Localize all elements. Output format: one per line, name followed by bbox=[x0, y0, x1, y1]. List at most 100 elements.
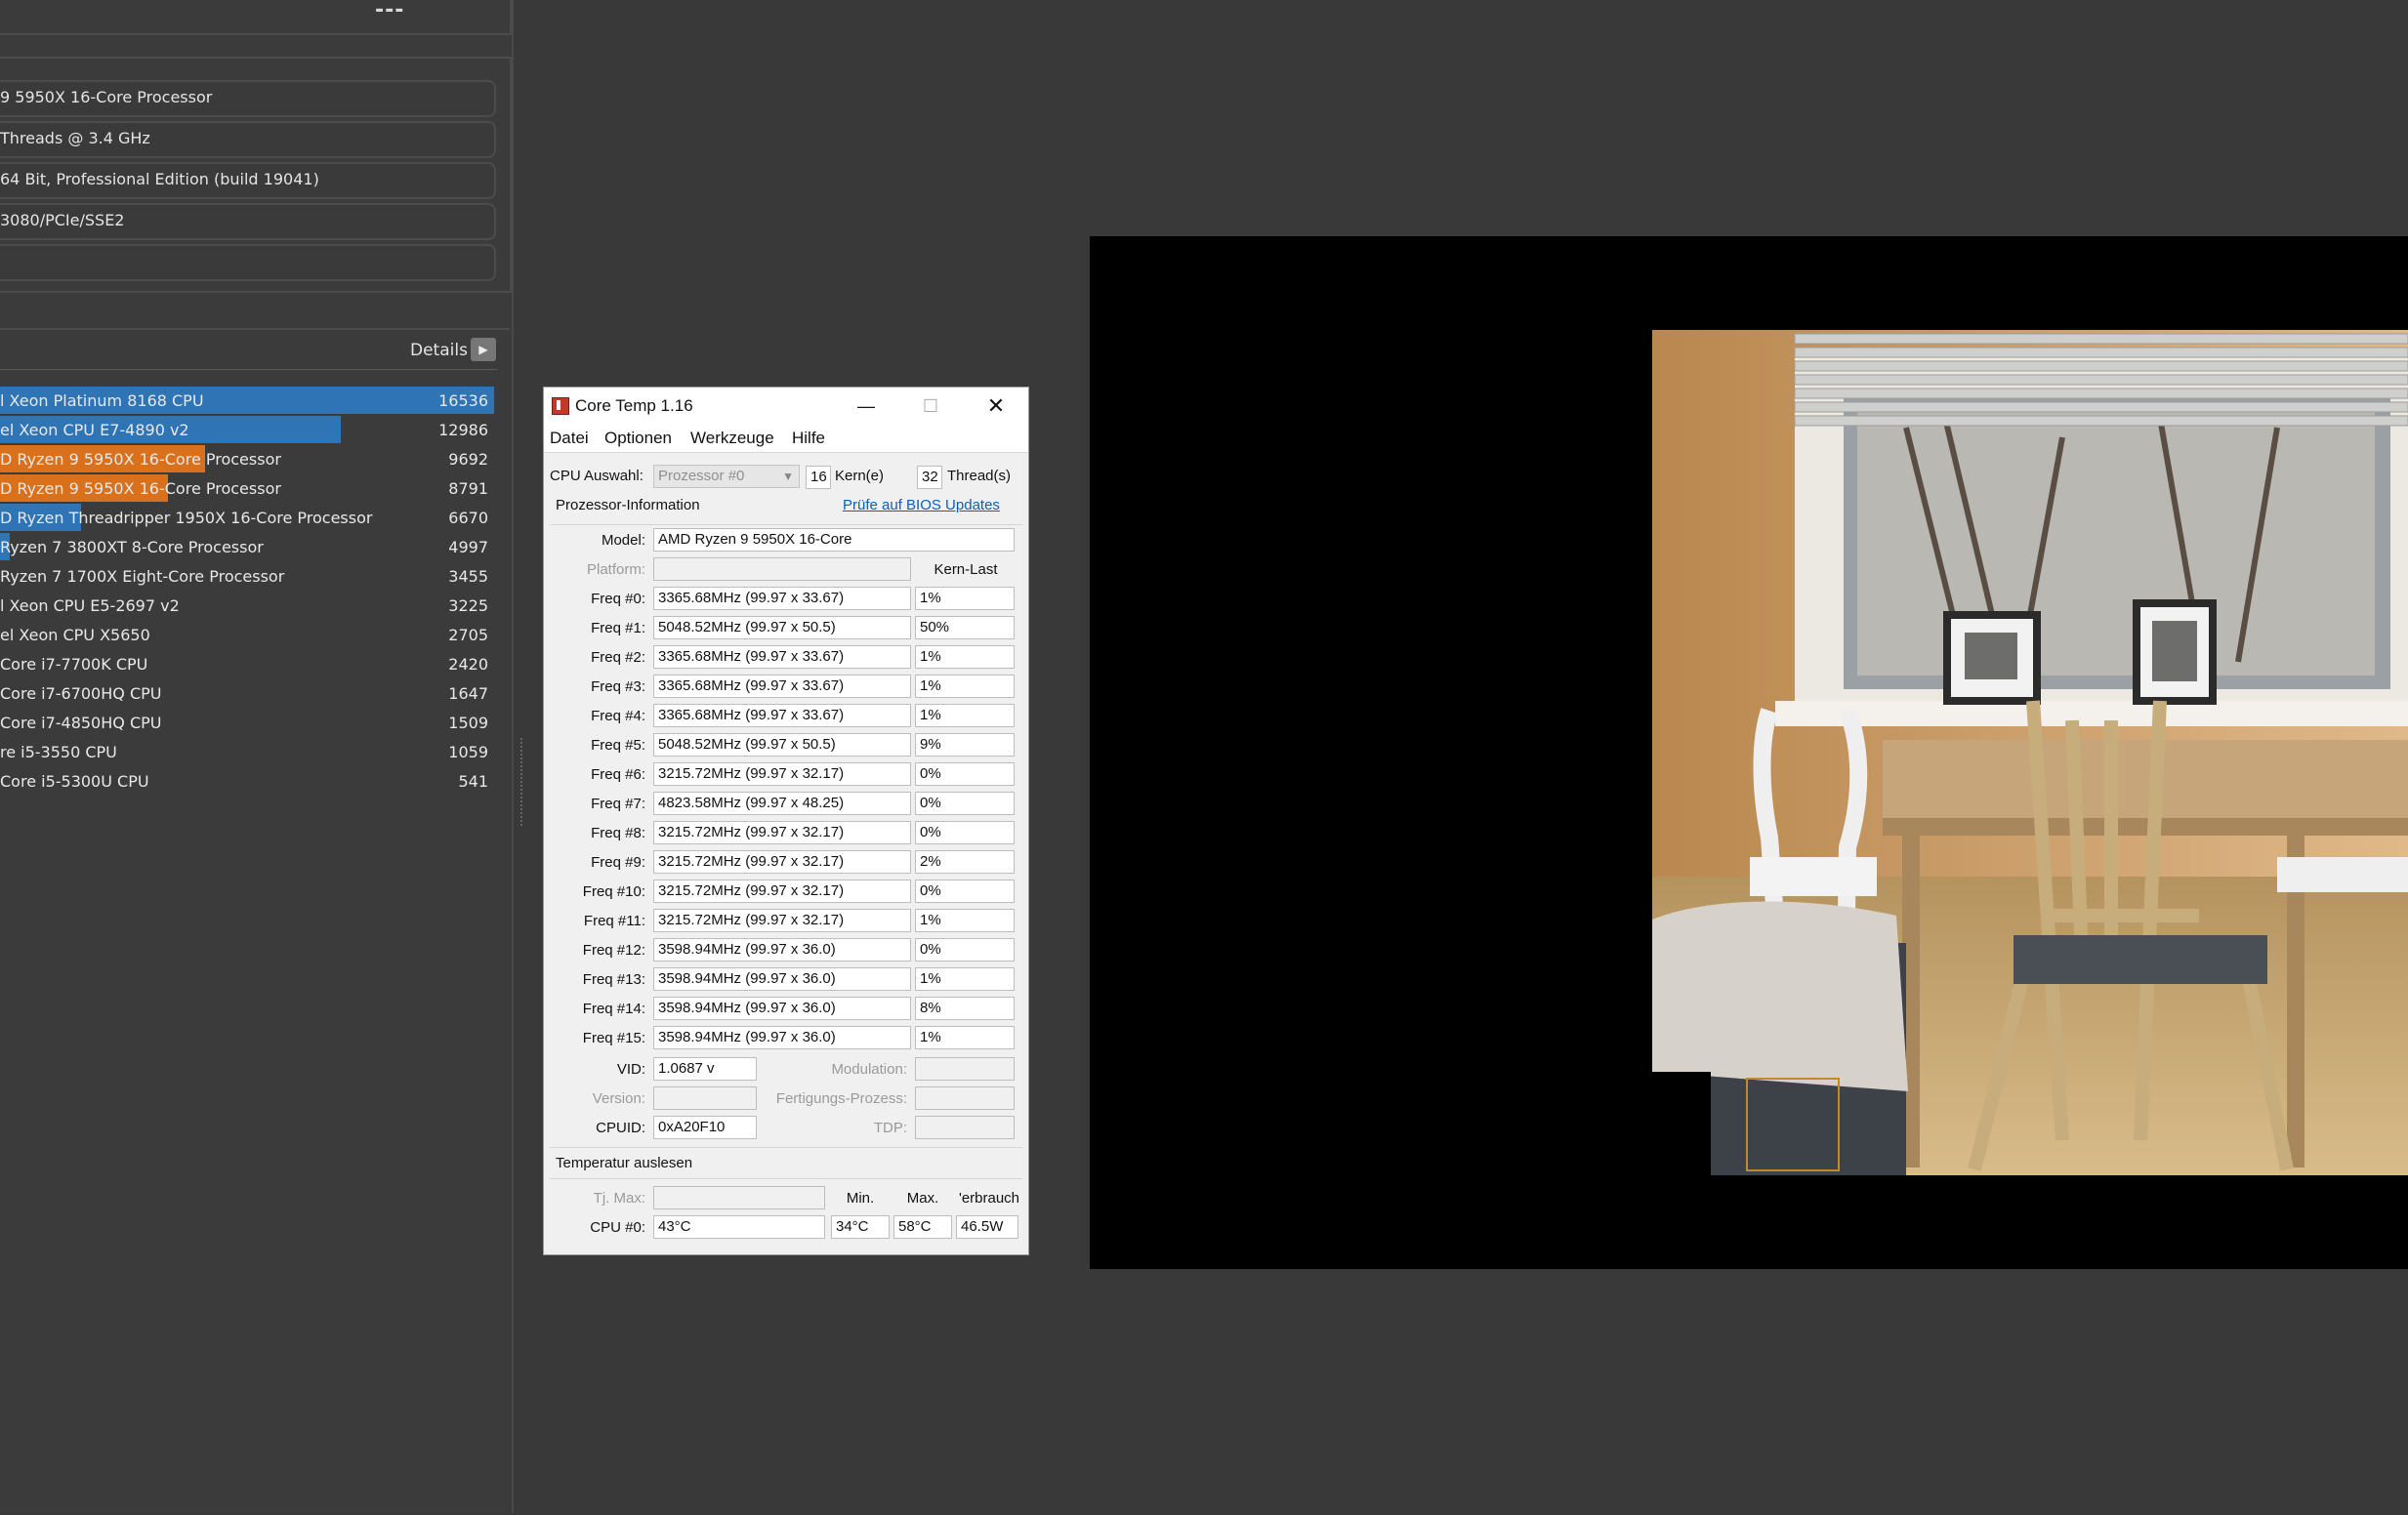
ranking-score: 3225 bbox=[448, 596, 488, 615]
freq-label: Freq #10: bbox=[582, 883, 645, 900]
window-title: Core Temp 1.16 bbox=[575, 396, 693, 415]
ranking-row[interactable]: Core i7-7700K CPU 2420 bbox=[0, 650, 496, 677]
ranking-cpu-name: Ryzen 7 1700X Eight-Core Processor bbox=[0, 567, 285, 586]
ranking-cpu-name: Ryzen 7 3800XT 8-Core Processor bbox=[0, 538, 264, 556]
ranking-row[interactable]: D Ryzen 9 5950X 16-Core Processor 8791 bbox=[0, 474, 496, 502]
menu-werkzeuge[interactable]: Werkzeuge bbox=[690, 429, 774, 448]
ranking-cpu-name: el Xeon CPU X5650 bbox=[0, 626, 150, 644]
freq-value: 4823.58MHz (99.97 x 48.25) bbox=[653, 792, 911, 815]
navigator-thumbnail[interactable] bbox=[1746, 1078, 1840, 1171]
ranking-score: 3455 bbox=[448, 567, 488, 586]
ranking-row[interactable]: el Xeon CPU E7-4890 v2 12986 bbox=[0, 416, 496, 443]
ranking-row[interactable]: Ryzen 7 1700X Eight-Core Processor 3455 bbox=[0, 562, 496, 590]
ranking-cpu-name: D Ryzen 9 5950X 16-Core Processor bbox=[0, 479, 281, 498]
freq-value: 3215.72MHz (99.97 x 32.17) bbox=[653, 880, 911, 903]
core-load-value: 2% bbox=[915, 850, 1015, 874]
modulation-field bbox=[915, 1057, 1015, 1081]
freq-label: Freq #11: bbox=[583, 913, 645, 929]
ranking-row[interactable]: re i5-3550 CPU 1059 bbox=[0, 738, 496, 765]
ranking-row[interactable]: D Ryzen 9 5950X 16-Core Processor 9692 bbox=[0, 445, 496, 472]
rendered-room-image bbox=[1652, 330, 2408, 1175]
freq-label: Freq #8: bbox=[591, 825, 645, 841]
freq-value: 3598.94MHz (99.97 x 36.0) bbox=[653, 997, 911, 1020]
ranking-cpu-name: l Xeon Platinum 8168 CPU bbox=[0, 391, 204, 410]
menu-bar: Datei Optionen Werkzeuge Hilfe bbox=[544, 425, 1028, 453]
ranking-divider bbox=[0, 369, 498, 370]
ranking-cpu-name: D Ryzen Threadripper 1950X 16-Core Proce… bbox=[0, 509, 373, 527]
freq-label: Freq #2: bbox=[591, 649, 645, 666]
system-info-gpu: 3080/PCIe/SSE2 bbox=[0, 203, 496, 240]
version-field bbox=[653, 1086, 757, 1110]
ranking-row[interactable]: D Ryzen Threadripper 1950X 16-Core Proce… bbox=[0, 504, 496, 531]
model-label: Model: bbox=[601, 532, 645, 549]
core-load-value: 1% bbox=[915, 587, 1015, 610]
freq-value: 5048.52MHz (99.97 x 50.5) bbox=[653, 733, 911, 757]
minimize-button[interactable]: — bbox=[834, 388, 898, 425]
power-header: 'erbrauch bbox=[958, 1190, 1020, 1207]
ranking-row[interactable]: Core i5-5300U CPU 541 bbox=[0, 767, 496, 795]
ranking-row[interactable]: l Xeon CPU E5-2697 v2 3225 bbox=[0, 592, 496, 619]
ranking-cpu-name: Core i7-4850HQ CPU bbox=[0, 714, 162, 732]
ranking-cpu-name: l Xeon CPU E5-2697 v2 bbox=[0, 596, 180, 615]
freq-label: Freq #1: bbox=[591, 620, 645, 636]
core-load-value: 0% bbox=[915, 880, 1015, 903]
system-info-text: 64 Bit, Professional Edition (build 1904… bbox=[0, 170, 319, 188]
menu-optionen[interactable]: Optionen bbox=[604, 429, 672, 448]
panel-splitter-handle[interactable] bbox=[520, 738, 526, 826]
freq-value: 3365.68MHz (99.97 x 33.67) bbox=[653, 587, 911, 610]
details-arrow-button[interactable]: ▶ bbox=[471, 338, 496, 361]
core-load-value: 1% bbox=[915, 645, 1015, 669]
ranking-list: Details ▶ l Xeon Platinum 8168 CPU 16536 e… bbox=[0, 328, 510, 1515]
ranking-row[interactable]: Core i7-4850HQ CPU 1509 bbox=[0, 709, 496, 736]
ranking-score: 8791 bbox=[448, 479, 488, 498]
freq-value: 3365.68MHz (99.97 x 33.67) bbox=[653, 675, 911, 698]
freq-value: 3598.94MHz (99.97 x 36.0) bbox=[653, 938, 911, 962]
ranking-cpu-name: D Ryzen 9 5950X 16-Core Processor bbox=[0, 450, 281, 469]
core-load-value: 1% bbox=[915, 909, 1015, 932]
freq-value: 3215.72MHz (99.97 x 32.17) bbox=[653, 821, 911, 844]
details-label: Details bbox=[410, 341, 468, 360]
ranking-score: 4997 bbox=[448, 538, 488, 556]
freq-value: 3365.68MHz (99.97 x 33.67) bbox=[653, 704, 911, 727]
load-header: Kern-Last bbox=[934, 561, 998, 578]
system-info-box: 9 5950X 16-Core Processor Threads @ 3.4 … bbox=[0, 57, 512, 293]
bios-update-link[interactable]: Prüfe auf BIOS Updates bbox=[843, 497, 1000, 513]
core-load-value: 1% bbox=[915, 1026, 1015, 1049]
chevron-down-icon: ▼ bbox=[782, 470, 794, 483]
cpu-select-label: CPU Auswahl: bbox=[550, 468, 644, 484]
title-bar[interactable]: Core Temp 1.16 — ☐ ✕ bbox=[544, 388, 1028, 425]
menu-hilfe[interactable]: Hilfe bbox=[792, 429, 825, 448]
ranking-row[interactable]: el Xeon CPU X5650 2705 bbox=[0, 621, 496, 648]
freq-label: Freq #13: bbox=[582, 971, 645, 988]
ranking-row[interactable]: Ryzen 7 3800XT 8-Core Processor 4997 bbox=[0, 533, 496, 560]
threads-label: Thread(s) bbox=[947, 468, 1012, 484]
cpu0-label: CPU #0: bbox=[590, 1219, 645, 1236]
thermometer-icon bbox=[552, 397, 569, 415]
cpuid-field: 0xA20F10 bbox=[653, 1116, 757, 1139]
process-field bbox=[915, 1086, 1015, 1110]
modulation-label: Modulation: bbox=[831, 1061, 907, 1078]
core-load-value: 1% bbox=[915, 675, 1015, 698]
system-info-empty bbox=[0, 244, 496, 281]
core-load-value: 1% bbox=[915, 967, 1015, 991]
cpu-select-dropdown[interactable]: Prozessor #0 ▼ bbox=[653, 465, 800, 488]
platform-label: Platform: bbox=[586, 561, 645, 578]
freq-value: 3365.68MHz (99.97 x 33.67) bbox=[653, 645, 911, 669]
menu-datei[interactable]: Datei bbox=[550, 429, 589, 448]
ranking-row[interactable]: l Xeon Platinum 8168 CPU 16536 bbox=[0, 387, 496, 414]
group-divider bbox=[550, 1147, 1022, 1148]
core-load-value: 8% bbox=[915, 997, 1015, 1020]
freq-value: 3598.94MHz (99.97 x 36.0) bbox=[653, 967, 911, 991]
maximize-button[interactable]: ☐ bbox=[898, 388, 963, 425]
cpu0-temperature: 43°C bbox=[653, 1215, 825, 1239]
ranking-row[interactable]: Core i7-6700HQ CPU 1647 bbox=[0, 679, 496, 707]
ranking-score: 541 bbox=[458, 772, 488, 791]
vid-field: 1.0687 v bbox=[653, 1057, 757, 1081]
score-value: --- bbox=[375, 0, 405, 22]
group-divider bbox=[550, 1178, 1022, 1179]
ranking-score: 9692 bbox=[448, 450, 488, 469]
ranking-cpu-name: el Xeon CPU E7-4890 v2 bbox=[0, 421, 189, 439]
close-button[interactable]: ✕ bbox=[964, 388, 1028, 425]
ranking-score: 2420 bbox=[448, 655, 488, 674]
threads-count: 32 bbox=[917, 466, 942, 489]
